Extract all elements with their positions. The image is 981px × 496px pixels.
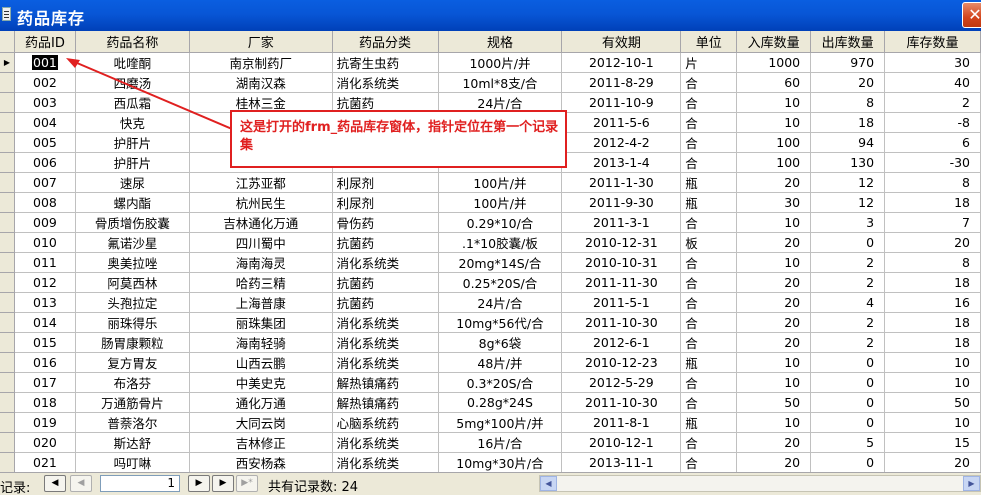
next-record-icon: ▶	[195, 478, 203, 488]
horizontal-scrollbar[interactable]: ◀ ▶	[539, 475, 981, 492]
last-record-icon: ▶	[219, 478, 227, 488]
record-label: 记录:	[0, 481, 31, 496]
annotation-arrow	[66, 58, 233, 130]
first-record-button[interactable]: ◀	[44, 475, 66, 492]
last-record-button[interactable]: ▶	[212, 475, 234, 492]
new-record-icon: ▶*	[241, 478, 253, 488]
annotation-callout: 这是打开的frm_药品库存窗体，指针定位在第一个记录集	[230, 110, 567, 168]
record-navigation-bar: 记录: ◀ ◀ 1 ▶ ▶ ▶* 共有记录数: 24 ◀ ▶	[0, 472, 981, 496]
previous-record-icon: ◀	[77, 478, 85, 488]
scroll-right-icon[interactable]: ▶	[963, 476, 980, 491]
next-record-button[interactable]: ▶	[188, 475, 210, 492]
first-record-icon: ◀	[51, 478, 59, 488]
total-records-text: 共有记录数: 24	[268, 480, 359, 495]
current-record-input[interactable]: 1	[100, 475, 180, 492]
previous-record-button[interactable]: ◀	[70, 475, 92, 492]
scroll-left-icon[interactable]: ◀	[540, 476, 557, 491]
new-record-button[interactable]: ▶*	[236, 475, 258, 492]
